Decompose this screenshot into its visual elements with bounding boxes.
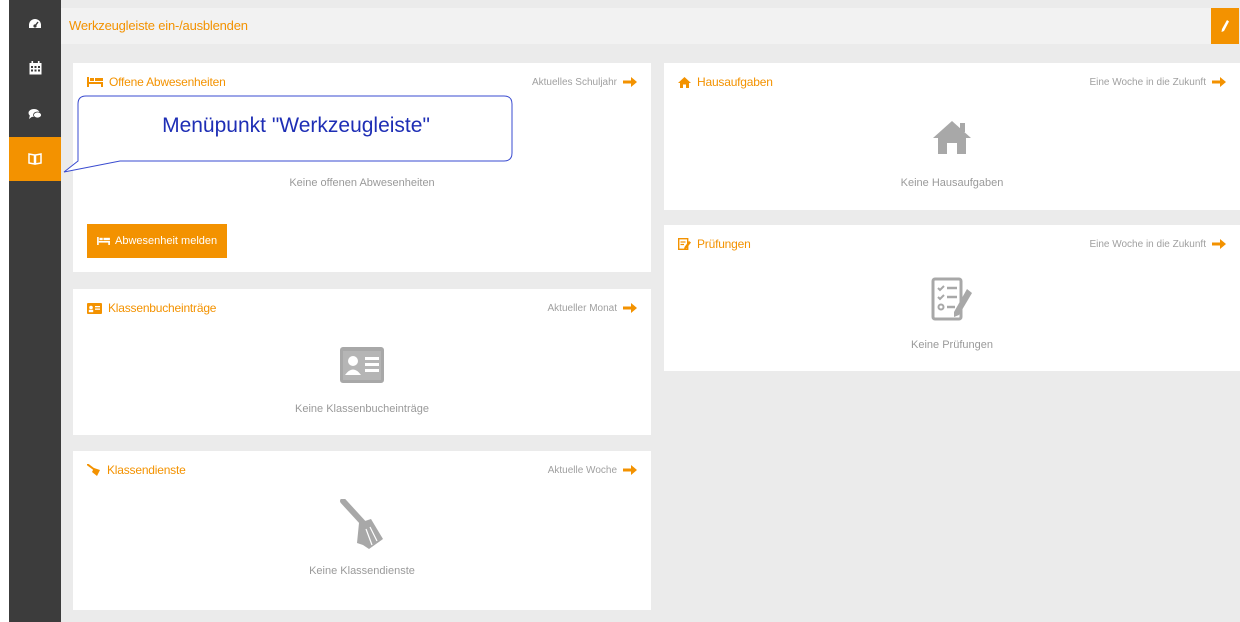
main-area: Werkzeugleiste ein-/ausblenden Offene Ab… — [61, 0, 1240, 622]
card-duties-title: Klassendienste — [87, 463, 186, 477]
id-card-icon — [87, 302, 102, 314]
current-week-label: Aktuelle Woche — [547, 464, 617, 476]
sidebar-item-classbook[interactable] — [9, 137, 61, 181]
broom-icon — [87, 464, 100, 476]
sidebar-item-calendar[interactable] — [9, 46, 61, 90]
exam-edit-icon — [678, 238, 691, 250]
no-absences-text: Keine offenen Abwesenheiten — [289, 177, 435, 189]
exams-next-week-label: Eine Woche in die Zukunft — [1089, 238, 1206, 250]
no-exams-text: Keine Prüfungen — [911, 339, 993, 351]
sidebar-item-messages[interactable] — [9, 92, 61, 136]
edit-button[interactable] — [1211, 8, 1239, 44]
checklist-icon — [931, 277, 972, 321]
home-icon — [933, 121, 971, 154]
current-month-link[interactable]: Aktueller Monat — [548, 302, 637, 314]
report-absence-button[interactable]: Abwesenheit melden — [87, 224, 228, 258]
dashboard-icon — [29, 19, 41, 28]
arrow-right-icon — [623, 77, 637, 87]
card-duties-label: Klassendienste — [107, 463, 186, 477]
pencil-icon — [1221, 20, 1229, 32]
bed-icon — [87, 77, 103, 87]
bed-icon — [97, 237, 110, 245]
card-absences-label: Offene Abwesenheiten — [109, 75, 226, 89]
current-month-label: Aktueller Monat — [547, 302, 617, 314]
card-classbook-label: Klassenbucheinträge — [108, 301, 217, 315]
card-classbook: Klassenbucheinträge Aktueller Monat Kein… — [73, 289, 651, 435]
report-absence-label: Abwesenheit melden — [115, 235, 218, 247]
no-class-duties-text: Keine Klassendienste — [309, 565, 415, 577]
card-exams-label: Prüfungen — [697, 237, 751, 251]
no-classbook-entries-text: Keine Klassenbucheinträge — [295, 403, 429, 415]
current-school-year-label: Aktuelles Schuljahr — [531, 76, 617, 88]
card-homework: Hausaufgaben Eine Woche in die Zukunft K… — [664, 63, 1240, 210]
home-icon — [678, 76, 691, 88]
homework-next-week-link[interactable]: Eine Woche in die Zukunft — [1089, 76, 1226, 88]
current-week-link[interactable]: Aktuelle Woche — [548, 464, 637, 476]
broom-icon — [340, 499, 383, 549]
card-exams-title: Prüfungen — [678, 237, 751, 251]
card-exams: Prüfungen Eine Woche in die Zukunft Kein… — [664, 225, 1240, 371]
id-card-icon — [340, 347, 384, 383]
calendar-icon — [29, 61, 41, 75]
arrow-right-icon — [623, 303, 637, 313]
card-class-duties: Klassendienste Aktuelle Woche Keine Klas… — [73, 451, 651, 610]
card-absences: Offene Abwesenheiten Aktuelles Schuljahr… — [73, 63, 651, 272]
sidebar-item-dashboard[interactable] — [9, 2, 61, 46]
arrow-right-icon — [1212, 77, 1226, 87]
no-homework-text: Keine Hausaufgaben — [900, 177, 1004, 189]
card-homework-label: Hausaufgaben — [697, 75, 773, 89]
chat-icon — [28, 109, 42, 119]
homework-next-week-label: Eine Woche in die Zukunft — [1089, 76, 1206, 88]
toolbar: Werkzeugleiste ein-/ausblenden — [61, 8, 1239, 44]
current-school-year-link[interactable]: Aktuelles Schuljahr — [532, 76, 637, 88]
card-homework-title: Hausaufgaben — [678, 75, 773, 89]
card-absences-title: Offene Abwesenheiten — [87, 75, 226, 89]
sidebar — [9, 0, 61, 622]
toggle-toolbar-link[interactable]: Werkzeugleiste ein-/ausblenden — [69, 18, 248, 33]
arrow-right-icon — [623, 465, 637, 475]
exams-next-week-link[interactable]: Eine Woche in die Zukunft — [1089, 238, 1226, 250]
arrow-right-icon — [1212, 239, 1226, 249]
book-icon — [28, 153, 42, 165]
card-classbook-title: Klassenbucheinträge — [87, 301, 216, 315]
annotation-callout-text: Menüpunkt "Werkzeugleiste" — [162, 114, 430, 137]
